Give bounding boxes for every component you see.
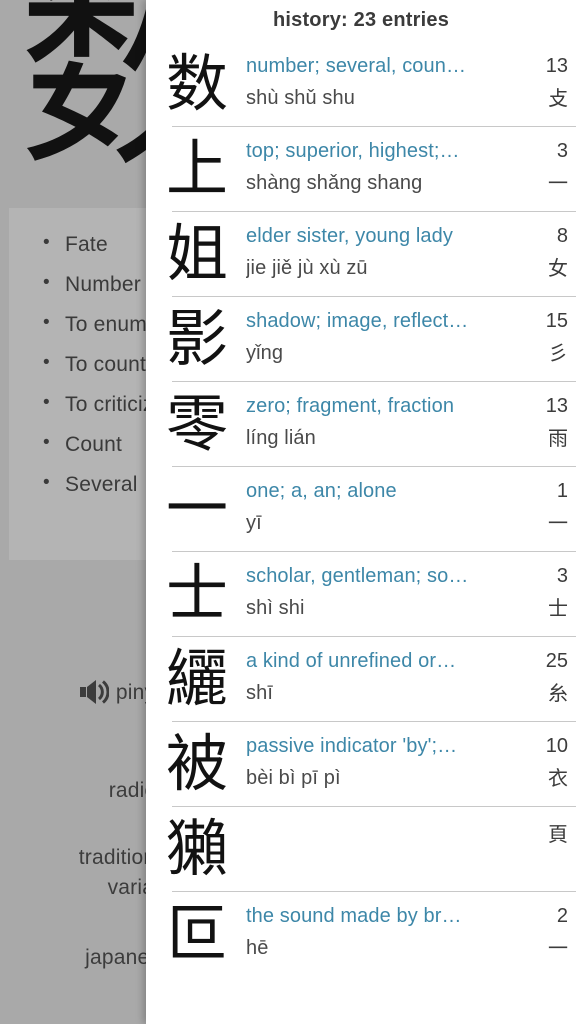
- entry-stroke-count: 15: [545, 310, 568, 332]
- entry-text-block: the sound made by br… hē: [246, 902, 520, 963]
- entry-text-block: scholar, gentleman; so… shì shi: [246, 562, 520, 623]
- history-row[interactable]: 被 passive indicator 'by';… bèi bì pī pì …: [146, 721, 576, 806]
- entry-meta-block: 13 雨: [516, 392, 568, 453]
- entry-radical: 攴: [548, 86, 568, 110]
- entry-text-block: number; several, coun… shù shǔ shu: [246, 52, 520, 113]
- entry-definition: scholar, gentleman; so…: [246, 565, 469, 587]
- entry-meta-block: 8 女: [516, 222, 568, 283]
- entry-pinyin: shàng shǎng shang: [246, 172, 423, 194]
- history-row[interactable]: 姐 elder sister, young lady jie jiě jù xù…: [146, 211, 576, 296]
- entry-definition: shadow; image, reflect…: [246, 310, 469, 332]
- entry-meta-block: 3 士: [516, 562, 568, 623]
- entry-meta-block: 頁: [516, 817, 568, 849]
- history-panel[interactable]: history: 23 entries 数 number; several, c…: [146, 0, 576, 1024]
- entry-text-block: shadow; image, reflect… yǐng: [246, 307, 520, 368]
- entry-pinyin: líng lián: [246, 427, 316, 449]
- entry-definition: top; superior, highest;…: [246, 140, 460, 162]
- history-row[interactable]: 上 top; superior, highest;… shàng shǎng s…: [146, 126, 576, 211]
- entry-stroke-count: 3: [556, 140, 568, 162]
- entry-radical: 一: [548, 171, 568, 195]
- entry-radical: 雨: [548, 426, 568, 450]
- entry-definition: a kind of unrefined or…: [246, 650, 457, 672]
- entry-stroke-count: 10: [545, 735, 568, 757]
- entry-meta-block: 1 一: [516, 477, 568, 538]
- history-row[interactable]: 数 number; several, coun… shù shǔ shu 13 …: [146, 41, 576, 126]
- entry-meta-block: 2 一: [516, 902, 568, 963]
- history-row[interactable]: 叵 the sound made by br… hē 2 一: [146, 891, 576, 976]
- entry-text-block: a kind of unrefined or… shī: [246, 647, 520, 708]
- history-row[interactable]: 一 one; a, an; alone yī 1 一: [146, 466, 576, 551]
- entry-character: 影: [165, 301, 228, 375]
- entry-character: 被: [165, 726, 228, 800]
- history-row[interactable]: 零 zero; fragment, fraction líng lián 13 …: [146, 381, 576, 466]
- entry-stroke-count: 13: [545, 55, 568, 77]
- entry-pinyin: shù shǔ shu: [246, 87, 355, 109]
- entry-character: 零: [165, 386, 228, 460]
- entry-definition: passive indicator 'by';…: [246, 735, 458, 757]
- entry-text-block: one; a, an; alone yī: [246, 477, 520, 538]
- entry-stroke-count: 2: [556, 905, 568, 927]
- entry-pinyin: yī: [246, 512, 262, 534]
- entry-meta-block: 3 一: [516, 137, 568, 198]
- entry-radical: 一: [548, 511, 568, 535]
- entry-stroke-count: 8: [556, 225, 568, 247]
- entry-meta-block: 15 彡: [516, 307, 568, 368]
- entry-character: 獺: [165, 811, 228, 885]
- entry-radical: 士: [548, 596, 568, 620]
- entry-stroke-count: 1: [556, 480, 568, 502]
- entry-character: 士: [165, 556, 228, 630]
- entry-pinyin: jie jiě jù xù zū: [246, 257, 368, 279]
- history-list[interactable]: 数 number; several, coun… shù shǔ shu 13 …: [146, 41, 576, 976]
- entry-meta-block: 10 衣: [516, 732, 568, 793]
- entry-character: 姐: [165, 216, 228, 290]
- entry-text-block: zero; fragment, fraction líng lián: [246, 392, 520, 453]
- entry-pinyin: shì shi: [246, 597, 305, 619]
- entry-character: 纚: [165, 641, 228, 715]
- entry-definition: number; several, coun…: [246, 55, 467, 77]
- entry-radical: 一: [548, 936, 568, 960]
- speaker-icon[interactable]: [79, 679, 110, 711]
- history-row[interactable]: 影 shadow; image, reflect… yǐng 15 彡: [146, 296, 576, 381]
- history-row[interactable]: 獺 頁: [146, 806, 576, 891]
- entry-pinyin: shī: [246, 682, 273, 704]
- entry-character: 上: [165, 131, 228, 205]
- entry-definition: one; a, an; alone: [246, 480, 397, 502]
- entry-meta-block: 13 攴: [516, 52, 568, 113]
- entry-pinyin: hē: [246, 937, 269, 959]
- entry-radical: 糸: [548, 681, 568, 705]
- entry-character: 叵: [165, 896, 228, 970]
- history-row[interactable]: 士 scholar, gentleman; so… shì shi 3 士: [146, 551, 576, 636]
- entry-pinyin: bèi bì pī pì: [246, 767, 341, 789]
- entry-pinyin: yǐng: [246, 342, 284, 364]
- entry-stroke-count: 25: [545, 650, 568, 672]
- entry-definition: zero; fragment, fraction: [246, 395, 455, 417]
- entry-meta-block: 25 糸: [516, 647, 568, 708]
- entry-definition: the sound made by br…: [246, 905, 462, 927]
- entry-text-block: [246, 817, 520, 819]
- entry-stroke-count: 13: [545, 395, 568, 417]
- history-header-title: history: 23 entries: [272, 9, 450, 31]
- entry-character: 一: [165, 471, 228, 545]
- entry-radical: 彡: [548, 341, 568, 365]
- entry-radical: 衣: [548, 766, 568, 790]
- entry-radical: 頁: [548, 822, 568, 846]
- entry-character: 数: [165, 46, 228, 120]
- entry-stroke-count: 3: [556, 565, 568, 587]
- entry-definition: elder sister, young lady: [246, 225, 453, 247]
- entry-text-block: elder sister, young lady jie jiě jù xù z…: [246, 222, 520, 283]
- entry-text-block: passive indicator 'by';… bèi bì pī pì: [246, 732, 520, 793]
- entry-radical: 女: [548, 256, 568, 280]
- history-row[interactable]: 纚 a kind of unrefined or… shī 25 糸: [146, 636, 576, 721]
- entry-text-block: top; superior, highest;… shàng shǎng sha…: [246, 137, 520, 198]
